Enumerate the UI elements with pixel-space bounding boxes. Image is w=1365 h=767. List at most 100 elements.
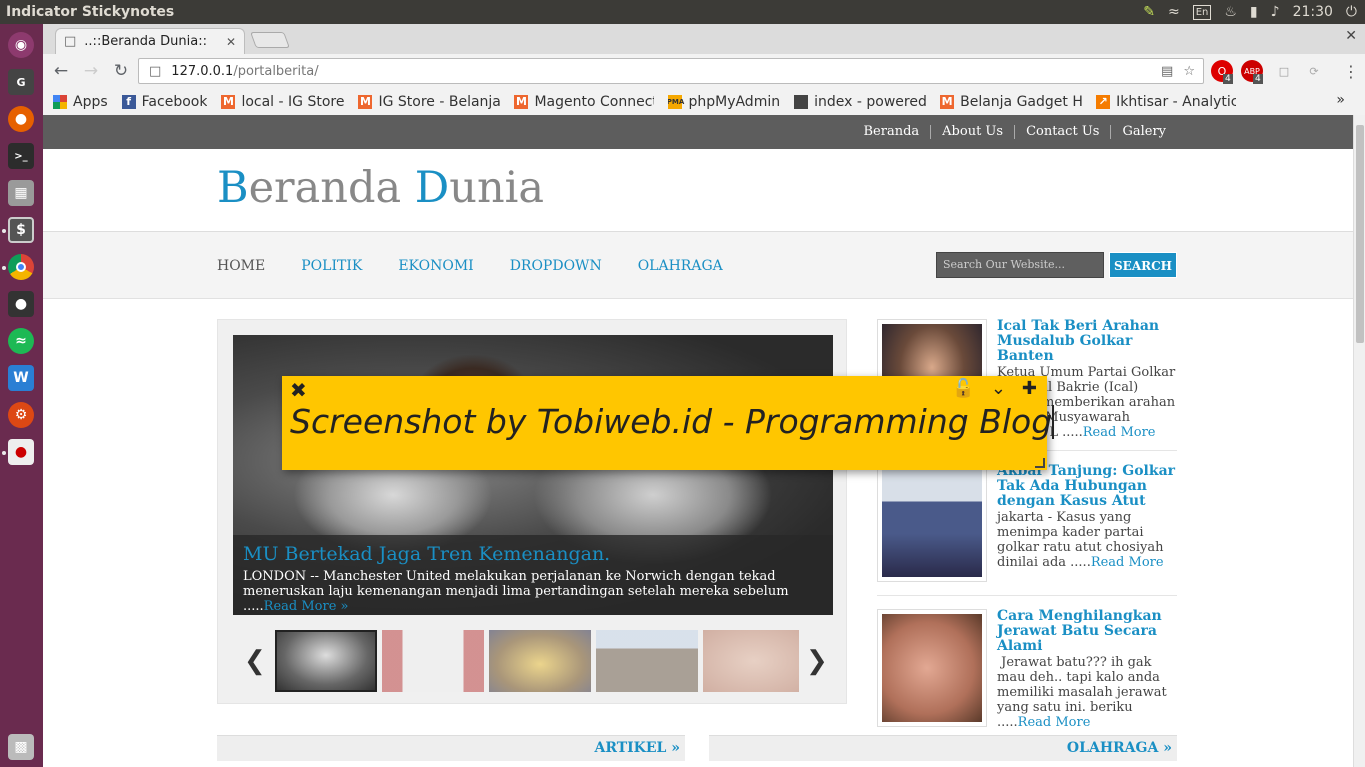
slider-title[interactable]: MU Bertekad Jaga Tren Kemenangan. (243, 543, 823, 565)
dollar-app-icon[interactable]: $ (8, 217, 34, 243)
sticky-note-text[interactable]: Screenshot by Tobiweb.id - Programming B… (290, 402, 1055, 441)
magento-icon: M (514, 94, 529, 109)
slider-read-more[interactable]: Read More » (264, 599, 349, 614)
chrome-icon[interactable] (8, 254, 34, 280)
sticky-add-icon[interactable]: ✚ (1022, 378, 1037, 399)
running-indicator (2, 451, 6, 455)
running-indicator (2, 266, 6, 270)
bookmark-index-powered[interactable]: index - powered by (794, 94, 926, 110)
sync-extension-icon[interactable]: ⟳ (1303, 60, 1325, 82)
bookmark-apps[interactable]: Apps (53, 94, 108, 110)
section-artikel-header[interactable]: ARTIKEL » (217, 735, 685, 761)
post-title[interactable]: Cara Menghilangkan Jerawat Batu Secara A… (997, 609, 1179, 654)
sticky-chevron-down-icon[interactable]: ⌄ (991, 378, 1006, 399)
phpmyadmin-icon: PMA (668, 94, 684, 109)
system-top-bar: Indicator Stickynotes ✎ ≈ En ♨ ▮ ♪ 21:30… (0, 0, 1365, 24)
window-close-icon[interactable]: ✕ (1345, 28, 1357, 44)
menu-olahraga[interactable]: OLAHRAGA (638, 258, 723, 274)
slider-prev-icon[interactable]: ❮ (244, 646, 266, 676)
terminal-icon[interactable]: >_ (8, 143, 34, 169)
site-logo[interactable]: Beranda Dunia (217, 163, 544, 213)
active-app-name: Indicator Stickynotes (6, 4, 175, 20)
gimp-app-icon[interactable]: G (8, 69, 34, 95)
sticky-lock-icon[interactable]: 🔓 (952, 378, 974, 399)
bookmark-phpmyadmin[interactable]: PMA phpMyAdmin (668, 94, 780, 110)
stickynotes-indicator-icon[interactable]: ✎ (1143, 4, 1155, 20)
browser-tab-active[interactable]: □ ..::Beranda Dunia:: ✕ (55, 28, 245, 54)
menu-politik[interactable]: POLITIK (301, 258, 362, 274)
sticky-resize-handle[interactable] (1035, 458, 1045, 468)
slider-thumbnail[interactable] (596, 630, 698, 692)
page-extension-icon[interactable]: □ (1273, 60, 1295, 82)
ubuntu-dash-icon[interactable]: ◉ (8, 32, 34, 58)
clock[interactable]: 21:30 (1293, 4, 1333, 20)
topnav-contact-us[interactable]: Contact Us (1014, 125, 1110, 139)
firefox-icon[interactable]: ● (8, 106, 34, 132)
bookmark-belanja-gadget[interactable]: M Belanja Gadget H (940, 94, 1082, 110)
bookmark-magento-connect[interactable]: M Magento Connect (514, 94, 654, 110)
menu-icon[interactable]: ⋮ (1343, 62, 1359, 81)
tab-title: ..::Beranda Dunia:: (84, 34, 207, 49)
trash-icon[interactable]: ▩ (8, 734, 34, 760)
scrollbar-thumb[interactable] (1356, 125, 1364, 343)
notification-bell-icon[interactable]: ♨ (1224, 4, 1237, 20)
address-bar[interactable]: □ 127.0.0.1 /portalberita/ ▤ ☆ (138, 58, 1204, 84)
volume-icon[interactable]: ♪ (1271, 4, 1280, 20)
bookmarks-bar: Apps f Facebook M local - IG Store M IG … (43, 88, 1365, 115)
post-thumbnail[interactable] (877, 609, 987, 727)
sticky-note[interactable]: ✖ 🔓 ⌄ ✚ Screenshot by Tobiweb.id - Progr… (282, 376, 1055, 470)
software-center-icon[interactable]: ⚙ (8, 402, 34, 428)
writer-app-icon[interactable]: W (8, 365, 34, 391)
slider-thumbnail[interactable] (489, 630, 591, 692)
analytics-icon: ↗ (1096, 94, 1111, 109)
cat-app-icon[interactable]: ● (8, 291, 34, 317)
topnav-about-us[interactable]: About Us (930, 125, 1014, 139)
wifi-icon[interactable]: ≈ (1168, 4, 1180, 20)
new-tab-button[interactable] (250, 32, 290, 48)
site-search-input[interactable]: Search Our Website... (936, 252, 1104, 278)
battery-icon[interactable]: ▮ (1250, 4, 1258, 20)
slider-next-icon[interactable]: ❯ (806, 646, 828, 676)
sticky-close-icon[interactable]: ✖ (290, 378, 307, 402)
document-app-icon[interactable]: ● (8, 439, 34, 465)
back-icon[interactable]: ← (49, 61, 73, 81)
topnav-galery[interactable]: Galery (1110, 125, 1177, 139)
post-title[interactable]: Ical Tak Beri Arahan Musdalub Golkar Ban… (997, 319, 1179, 364)
slider-thumbnail[interactable] (703, 630, 799, 692)
spotify-icon[interactable]: ≈ (8, 328, 34, 354)
post-read-more[interactable]: Read More (1018, 715, 1091, 730)
post-title[interactable]: Akbar Tanjung: Golkar Tak Ada Hubungan d… (997, 464, 1179, 509)
page-info-icon[interactable]: □ (149, 64, 161, 79)
post-read-more[interactable]: Read More (1083, 425, 1156, 440)
post-thumbnail[interactable] (877, 464, 987, 582)
slider-thumbnail[interactable] (275, 630, 377, 692)
browser-chrome: □ ..::Beranda Dunia:: ✕ ✕ ← → ↻ □ 127.0.… (43, 24, 1365, 115)
text-caret (1052, 405, 1055, 439)
menu-home[interactable]: HOME (217, 258, 265, 274)
reload-icon[interactable]: ↻ (109, 61, 133, 81)
keyboard-language-indicator[interactable]: En (1192, 4, 1212, 20)
bookmark-star-icon[interactable]: ☆ (1183, 64, 1195, 79)
site-header: Beranda Dunia (43, 149, 1353, 231)
bookmark-igstore-belanja[interactable]: M IG Store - Belanja (358, 94, 500, 110)
slider-thumbnail[interactable] (382, 630, 484, 692)
tab-close-icon[interactable]: ✕ (226, 35, 236, 49)
bookmark-ikhtisar-analytic[interactable]: ↗ Ikhtisar - Analytic (1096, 94, 1236, 110)
power-icon[interactable]: ⏻ (1346, 4, 1357, 20)
main-menu: HOME POLITIK EKONOMI DROPDOWN OLAHRAGA (217, 258, 723, 274)
topnav-beranda[interactable]: Beranda (853, 125, 931, 139)
post-read-more[interactable]: Read More (1091, 555, 1164, 570)
files-icon[interactable]: ▦ (8, 180, 34, 206)
bookmarks-overflow-icon[interactable]: » (1336, 92, 1345, 108)
site-search-button[interactable]: SEARCH (1109, 252, 1177, 278)
menu-dropdown[interactable]: DROPDOWN (510, 258, 602, 274)
translate-icon[interactable]: ▤ (1161, 64, 1173, 79)
page-scrollbar[interactable] (1353, 115, 1365, 767)
slider-description: LONDON -- Manchester United melakukan pe… (243, 569, 789, 614)
forward-icon[interactable]: → (79, 61, 103, 81)
bookmark-local-igstore[interactable]: M local - IG Store (221, 94, 344, 110)
bookmark-facebook[interactable]: f Facebook (121, 94, 207, 110)
facebook-icon: f (121, 94, 136, 109)
section-olahraga-header[interactable]: OLAHRAGA » (709, 735, 1177, 761)
menu-ekonomi[interactable]: EKONOMI (398, 258, 473, 274)
